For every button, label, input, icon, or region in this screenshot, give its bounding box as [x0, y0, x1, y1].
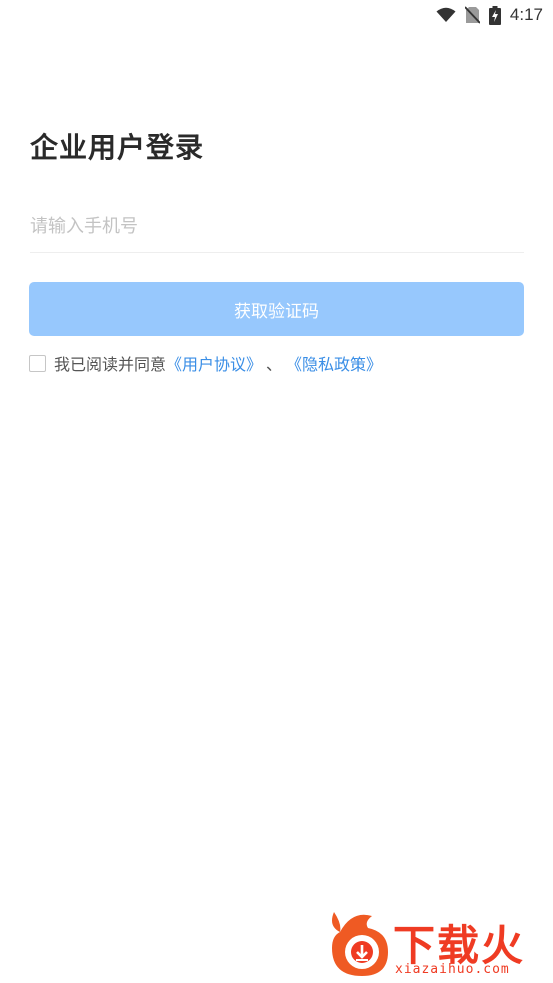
- agreement-row: 我已阅读并同意 《用户协议》 、 《隐私政策》: [29, 351, 382, 375]
- login-screen: 4:17 企业用户登录 获取验证码 我已阅读并同意 《用户协议》 、 《隐私政策…: [0, 0, 553, 983]
- watermark-logo: 下载火 xiazaihuo.com: [326, 906, 548, 980]
- page-title: 企业用户登录: [30, 131, 205, 164]
- get-code-button[interactable]: 获取验证码: [29, 282, 524, 336]
- battery-charging-icon: [488, 5, 501, 25]
- phone-field: [30, 200, 524, 253]
- privacy-policy-link[interactable]: 《隐私政策》: [286, 351, 382, 375]
- agree-checkbox[interactable]: [29, 354, 46, 372]
- no-sim-icon: [464, 6, 480, 24]
- flame-logo-icon: [332, 912, 388, 976]
- phone-input[interactable]: [30, 200, 524, 252]
- agreement-text: 我已阅读并同意: [54, 355, 167, 374]
- agreement-separator: 、: [266, 355, 283, 374]
- status-bar: 4:17: [0, 0, 553, 30]
- wifi-icon: [436, 7, 456, 23]
- status-time: 4:17: [509, 5, 543, 24]
- user-agreement-link[interactable]: 《用户协议》: [166, 351, 262, 375]
- watermark-domain: xiazaihuo.com: [395, 962, 510, 977]
